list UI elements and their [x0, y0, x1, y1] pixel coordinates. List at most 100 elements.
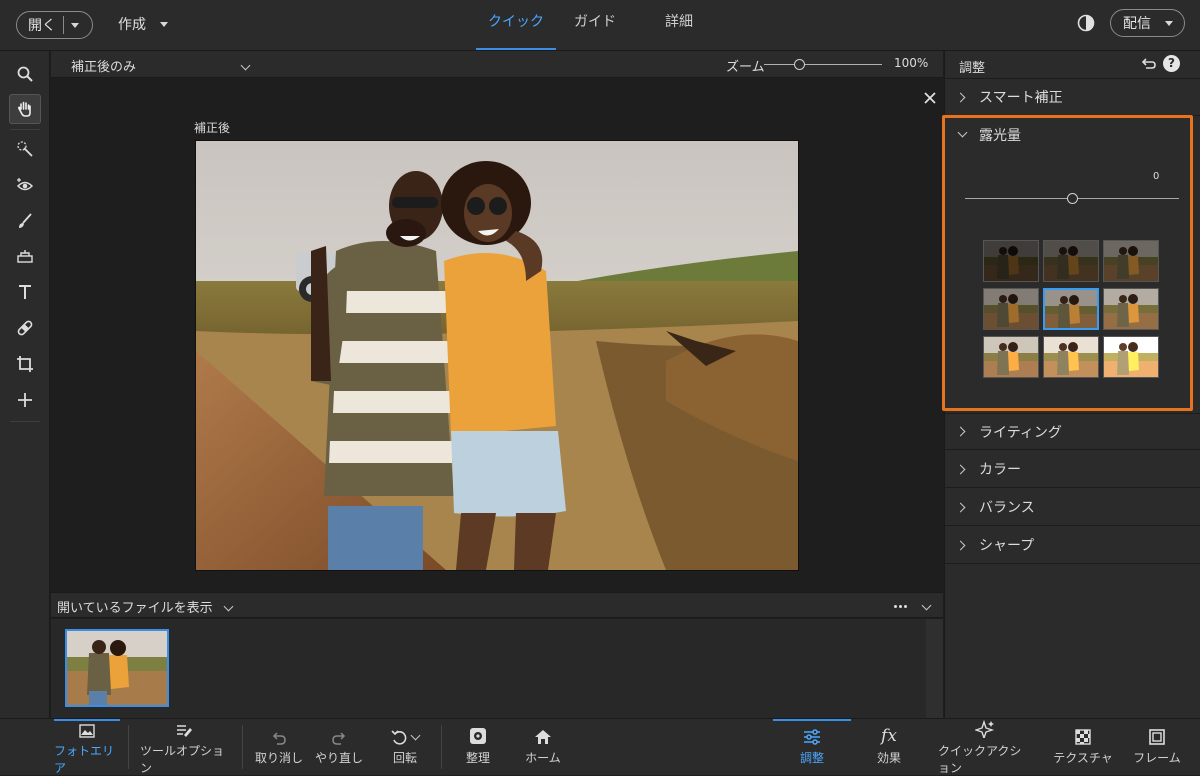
create-menu-label: 作成 [118, 17, 146, 33]
crop-tool[interactable] [9, 349, 41, 379]
exposure-preset-thumbnail[interactable] [1103, 288, 1159, 330]
canvas-area: 補正後 [51, 79, 943, 591]
tab-expert[interactable]: 詳細 [646, 0, 712, 51]
home-icon [535, 730, 551, 744]
photo-bin-bar: 開いているファイルを表示 [51, 592, 943, 618]
section-lighting[interactable]: ライティング [945, 413, 1200, 450]
tab-quick[interactable]: クイック [476, 0, 556, 51]
section-color[interactable]: カラー [945, 451, 1200, 488]
adjust-panel-header: 調整 ? [945, 51, 1200, 79]
photo-bin-icon [79, 724, 95, 738]
effects-button[interactable]: fx 効果 [864, 719, 914, 776]
share-button-label: 配信 [1123, 16, 1151, 32]
section-sharpen-label: シャープ [979, 538, 1035, 554]
rotate-button[interactable]: 回転 [380, 719, 430, 776]
exposure-preset-thumbnail[interactable] [1043, 288, 1099, 330]
share-button[interactable]: 配信 [1110, 9, 1185, 37]
section-lighting-label: ライティング [979, 424, 1062, 441]
exposure-slider-knob[interactable] [1067, 193, 1078, 204]
section-exposure[interactable]: 露光量 [945, 116, 1200, 153]
photo-bin [51, 619, 943, 718]
section-color-label: カラー [979, 462, 1021, 478]
section-sharpen[interactable]: シャープ [945, 527, 1200, 564]
section-balance[interactable]: バランス [945, 489, 1200, 526]
tab-guided[interactable]: ガイド [562, 0, 628, 51]
theme-contrast-icon[interactable] [1077, 14, 1095, 32]
effects-button-label: 効果 [876, 751, 901, 765]
view-select[interactable]: 補正後のみ [71, 55, 251, 75]
more-options-icon[interactable] [891, 597, 909, 615]
exposure-value: 0 [1153, 171, 1160, 182]
fx-icon: fx [881, 726, 897, 746]
open-button-label: 開く [28, 18, 56, 34]
section-color-chevron-icon [945, 464, 979, 474]
spot-healing-tool[interactable] [9, 313, 41, 343]
hand-icon [18, 101, 31, 117]
tab-guided-label: ガイド [574, 14, 616, 30]
section-balance-chevron-icon [945, 502, 979, 512]
bin-collapse-chevron-icon[interactable] [918, 597, 934, 615]
type-tool[interactable] [9, 277, 41, 307]
bin-source-select[interactable]: 開いているファイルを表示 [57, 597, 234, 616]
help-icon[interactable]: ? [1163, 55, 1180, 72]
undo-button[interactable]: 取り消し [254, 719, 304, 776]
organizer-button[interactable]: 整理 [455, 719, 501, 776]
section-lighting-chevron-icon [945, 426, 979, 437]
section-sharpen-chevron-icon [945, 540, 979, 550]
rotate-button-label: 回転 [392, 751, 417, 765]
exposure-preset-thumbnail[interactable] [983, 336, 1039, 378]
red-eye-tool[interactable] [9, 170, 41, 200]
section-smart-fix[interactable]: スマート補正 [945, 79, 1200, 116]
home-button[interactable]: ホーム [520, 719, 566, 776]
tool-options-button-label: ツールオプション [140, 744, 225, 775]
close-icon[interactable] [923, 91, 937, 105]
bottom-bar: フォトエリア ツールオプション 取り消し やり直し 回転 整理 ホーム 調整 f… [0, 718, 1200, 775]
exposure-preset-thumbnail[interactable] [1043, 336, 1099, 378]
adjustments-icon [804, 729, 820, 745]
straighten-tool[interactable] [9, 241, 41, 271]
organizer-button-label: 整理 [465, 751, 490, 765]
home-button-label: ホーム [525, 751, 561, 765]
frame-icon [1149, 729, 1165, 745]
quick-selection-tool[interactable] [9, 134, 41, 164]
exposure-slider[interactable] [965, 190, 1179, 208]
bin-scrollbar[interactable] [926, 619, 943, 718]
zoom-slider-knob[interactable] [794, 59, 806, 70]
rotate-dropdown-icon [410, 730, 421, 741]
tool-options-button[interactable]: ツールオプション [140, 719, 230, 776]
open-dropdown-icon[interactable] [71, 22, 79, 28]
sparkle-icon [975, 720, 995, 738]
exposure-preset-thumbnail[interactable] [983, 288, 1039, 330]
exposure-preset-thumbnail[interactable] [1103, 240, 1159, 282]
frames-button[interactable]: フレーム [1132, 719, 1182, 776]
textures-button[interactable]: テクスチャ [1052, 719, 1114, 776]
zoom-slider[interactable] [764, 56, 882, 74]
reset-icon[interactable] [1141, 56, 1157, 72]
tools-panel [0, 51, 50, 718]
hand-tool[interactable] [9, 94, 41, 124]
section-smart-fix-label: スマート補正 [979, 90, 1063, 106]
create-menu[interactable]: 作成 [118, 13, 168, 35]
whiten-teeth-tool[interactable] [9, 206, 41, 236]
photo-bin-thumbnail[interactable] [65, 629, 169, 707]
frames-button-label: フレーム [1133, 751, 1181, 765]
exposure-preset-thumbnail[interactable] [1103, 336, 1159, 378]
adjust-panel-title: 調整 [959, 61, 986, 76]
photo-canvas[interactable] [195, 140, 799, 571]
adjustments-button[interactable]: 調整 [773, 719, 851, 776]
view-bar: 補正後のみ ズーム 100% [51, 51, 943, 78]
redo-icon [332, 732, 346, 745]
open-button[interactable]: 開く [16, 11, 93, 39]
zoom-tool[interactable] [9, 59, 41, 89]
move-icon [18, 393, 32, 407]
quick-actions-button[interactable]: クイックアクション [938, 719, 1032, 776]
exposure-preset-thumbnail[interactable] [1043, 240, 1099, 282]
photo-bin-button[interactable]: フォトエリア [54, 719, 120, 776]
redo-button[interactable]: やり直し [314, 719, 364, 776]
tab-expert-label: 詳細 [665, 14, 693, 30]
exposure-preset-thumbnail[interactable] [983, 240, 1039, 282]
section-smart-fix-chevron-icon [945, 92, 979, 102]
create-dropdown-icon [160, 21, 168, 27]
zoom-icon [17, 66, 33, 82]
move-tool[interactable] [9, 385, 41, 415]
